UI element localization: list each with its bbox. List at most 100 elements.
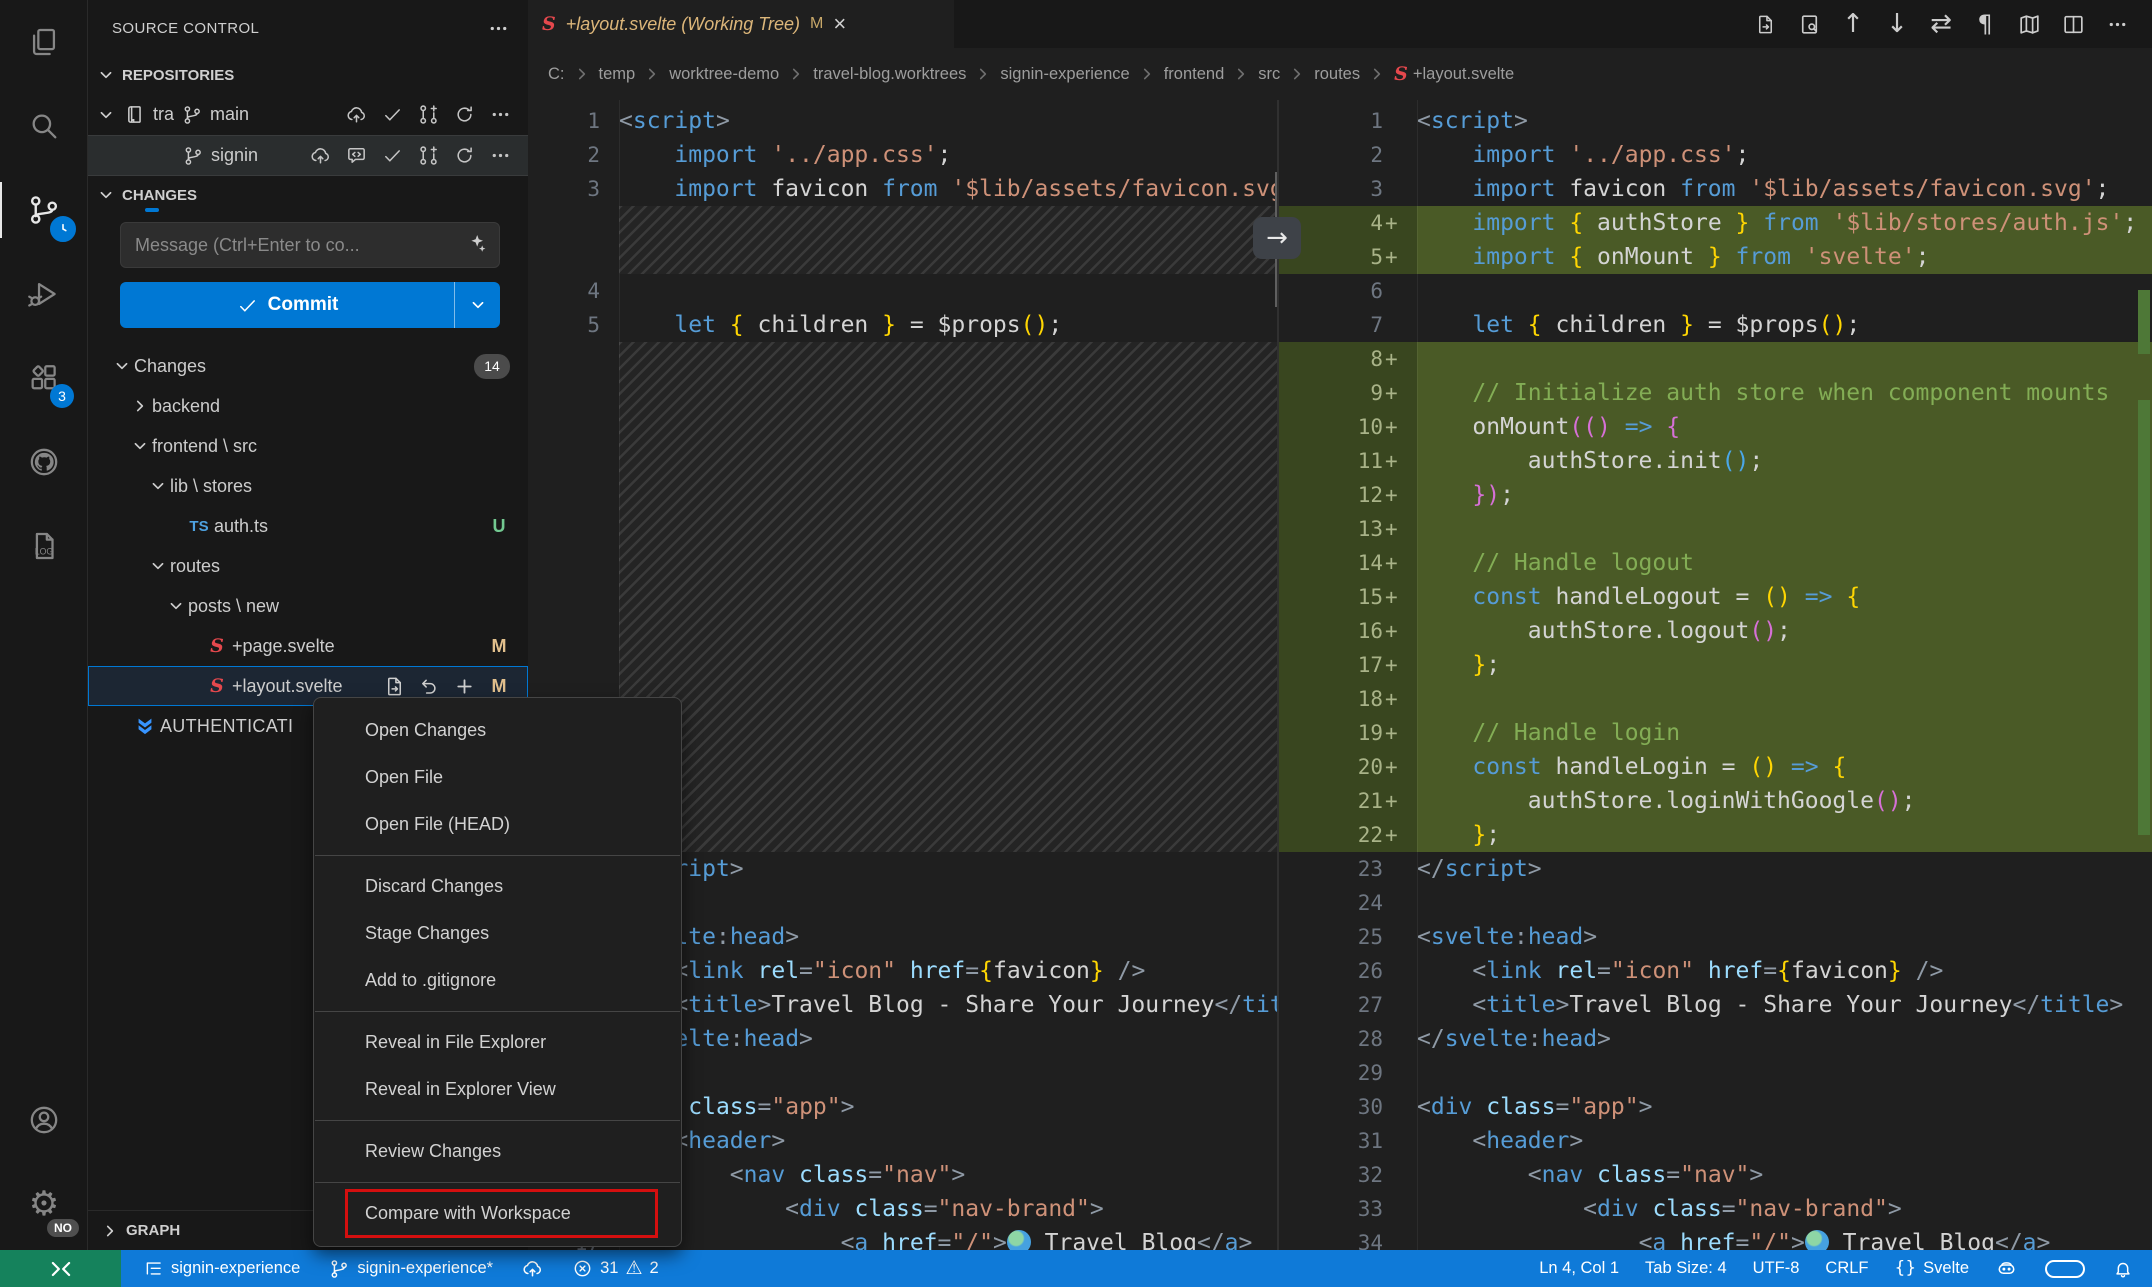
- diff-editor[interactable]: 1<script>2 import '../app.css';3 import …: [528, 100, 2152, 1250]
- status-indentation[interactable]: Tab Size: 4: [1645, 1259, 1727, 1278]
- revert-arrow-button[interactable]: →: [1253, 217, 1301, 259]
- close-icon[interactable]: ×: [833, 13, 846, 35]
- toolbar-map[interactable]: [2012, 7, 2046, 41]
- activity-bar-bottom: ⚙NO: [0, 1078, 87, 1250]
- activity-explorer[interactable]: [0, 0, 88, 84]
- status-encoding[interactable]: UTF-8: [1753, 1259, 1800, 1278]
- toolbar-whitespace[interactable]: ¶: [1968, 7, 2002, 41]
- section-repositories[interactable]: REPOSITORIES: [88, 56, 528, 94]
- menu-item-open-changes[interactable]: Open Changes: [314, 707, 681, 754]
- worktree-item-signin[interactable]: signin: [88, 135, 528, 176]
- tree-item[interactable]: S+page.svelteM: [88, 626, 528, 666]
- sidebar-more-icon[interactable]: [487, 17, 510, 40]
- menu-item-reveal-in-explorer-view[interactable]: Reveal in Explorer View: [314, 1066, 681, 1113]
- more-icon[interactable]: [489, 144, 512, 167]
- tree-item[interactable]: posts \ new: [88, 586, 528, 626]
- chev-right-icon: [572, 64, 592, 84]
- menu-item-compare-with-workspace[interactable]: Compare with Workspace: [314, 1190, 681, 1237]
- tree-item[interactable]: Changes14: [88, 346, 528, 386]
- tree-item[interactable]: lib \ stores: [88, 466, 528, 506]
- discard-icon[interactable]: [418, 675, 441, 698]
- activity-output-log[interactable]: LOG: [0, 504, 88, 588]
- breadcrumb-item[interactable]: frontend: [1164, 65, 1225, 84]
- split-icon: [2061, 12, 2086, 37]
- breadcrumb-item[interactable]: travel-blog.worktrees: [813, 65, 966, 84]
- menu-item-stage-changes[interactable]: Stage Changes: [314, 910, 681, 957]
- refresh-icon[interactable]: [453, 103, 476, 126]
- breadcrumb-item[interactable]: signin-experience: [1000, 65, 1129, 84]
- breadcrumb-item[interactable]: temp: [599, 65, 636, 84]
- toolbar-switch-sides[interactable]: ⇄: [1924, 7, 1958, 41]
- breadcrumb-item[interactable]: S+layout.svelte: [1394, 63, 1514, 85]
- status-sync-item[interactable]: [521, 1257, 544, 1280]
- menu-item-add-to-gitignore[interactable]: Add to .gitignore: [314, 957, 681, 1004]
- plus-icon[interactable]: [453, 675, 476, 698]
- toolbar-more-actions[interactable]: [2100, 7, 2134, 41]
- toolbar-open-preview[interactable]: [1792, 7, 1826, 41]
- status-problems-item[interactable]: 31⚠2: [572, 1258, 659, 1279]
- menu-item-open-file[interactable]: Open File: [314, 754, 681, 801]
- pr-create-icon[interactable]: [417, 144, 440, 167]
- pr-create-icon[interactable]: [417, 103, 440, 126]
- status-branch-item[interactable]: signin-experience*: [328, 1258, 493, 1280]
- status-worktree-item[interactable]: signin-experience: [143, 1258, 300, 1279]
- deleted-region-hatch: [619, 342, 1277, 852]
- toolbar-previous-change[interactable]: ↑: [1836, 7, 1870, 41]
- status-language-mode[interactable]: {}Svelte: [1895, 1259, 1970, 1278]
- cloud-up-icon[interactable]: [345, 103, 368, 126]
- activity-github[interactable]: [0, 420, 88, 504]
- activity-search[interactable]: [0, 84, 88, 168]
- breadcrumb-item[interactable]: src: [1258, 65, 1280, 84]
- toolbar-open-file[interactable]: [1748, 7, 1782, 41]
- chevron-right-icon: [100, 1221, 120, 1241]
- refresh-icon[interactable]: [453, 144, 476, 167]
- changes-header: CHANGES: [122, 187, 197, 204]
- repositories-header: REPOSITORIES: [122, 67, 234, 84]
- svelte-icon: S: [210, 635, 224, 657]
- tab-layout-svelte[interactable]: S +layout.svelte (Working Tree) M ×: [528, 0, 954, 48]
- commit-dropdown[interactable]: [454, 282, 500, 328]
- toolbar-split-editor[interactable]: [2056, 7, 2090, 41]
- code-line: 17+ };: [1279, 648, 2152, 682]
- check-icon[interactable]: [381, 144, 404, 167]
- activity-settings[interactable]: ⚙NO: [0, 1162, 88, 1246]
- more-icon[interactable]: [489, 103, 512, 126]
- diff-pane-modified[interactable]: 1<script>2 import '../app.css';3 import …: [1277, 100, 2152, 1250]
- comment-code-icon[interactable]: [345, 144, 368, 167]
- sparkle-icon[interactable]: [464, 232, 488, 256]
- toolbar-next-change[interactable]: ↓: [1880, 7, 1914, 41]
- status-eol[interactable]: CRLF: [1825, 1259, 1868, 1278]
- activity-accounts[interactable]: [0, 1078, 88, 1162]
- activity-extensions[interactable]: 3: [0, 336, 88, 420]
- section-changes[interactable]: CHANGES: [88, 176, 528, 214]
- activity-source-control[interactable]: [0, 168, 88, 252]
- breadcrumb-item[interactable]: worktree-demo: [669, 65, 779, 84]
- tree-item[interactable]: routes: [88, 546, 528, 586]
- status-copilot-status[interactable]: [2044, 1259, 2086, 1279]
- menu-item-discard-changes[interactable]: Discard Changes: [314, 863, 681, 910]
- menu-item-open-file-head-[interactable]: Open File (HEAD): [314, 801, 681, 848]
- remote-indicator[interactable]: [0, 1250, 121, 1287]
- menu-item-review-changes[interactable]: Review Changes: [314, 1128, 681, 1175]
- status-notifications[interactable]: [2112, 1258, 2134, 1280]
- check-icon[interactable]: [381, 103, 404, 126]
- cloud-up-icon[interactable]: [309, 144, 332, 167]
- tree-item[interactable]: TSauth.tsU: [88, 506, 528, 546]
- repo-item-tra[interactable]: tra main: [88, 94, 528, 135]
- status-copilot[interactable]: [1995, 1257, 2018, 1280]
- status-cursor-position[interactable]: Ln 4, Col 1: [1539, 1259, 1619, 1278]
- go-to-file-icon[interactable]: [383, 675, 406, 698]
- breadcrumb-item[interactable]: C:: [548, 65, 565, 84]
- git-status: U: [486, 516, 512, 537]
- sidebar-title: SOURCE CONTROL: [112, 20, 259, 37]
- chev-right-icon: [1287, 64, 1307, 84]
- activity-run-debug[interactable]: [0, 252, 88, 336]
- changes-count-badge: 14: [474, 354, 510, 379]
- commit-message-input[interactable]: [120, 222, 500, 268]
- code-line: 6: [1279, 274, 2152, 308]
- tree-item[interactable]: frontend \ src: [88, 426, 528, 466]
- commit-button[interactable]: Commit: [120, 282, 500, 328]
- menu-item-reveal-in-file-explorer[interactable]: Reveal in File Explorer: [314, 1019, 681, 1066]
- tree-item[interactable]: backend: [88, 386, 528, 426]
- breadcrumb-item[interactable]: routes: [1314, 65, 1360, 84]
